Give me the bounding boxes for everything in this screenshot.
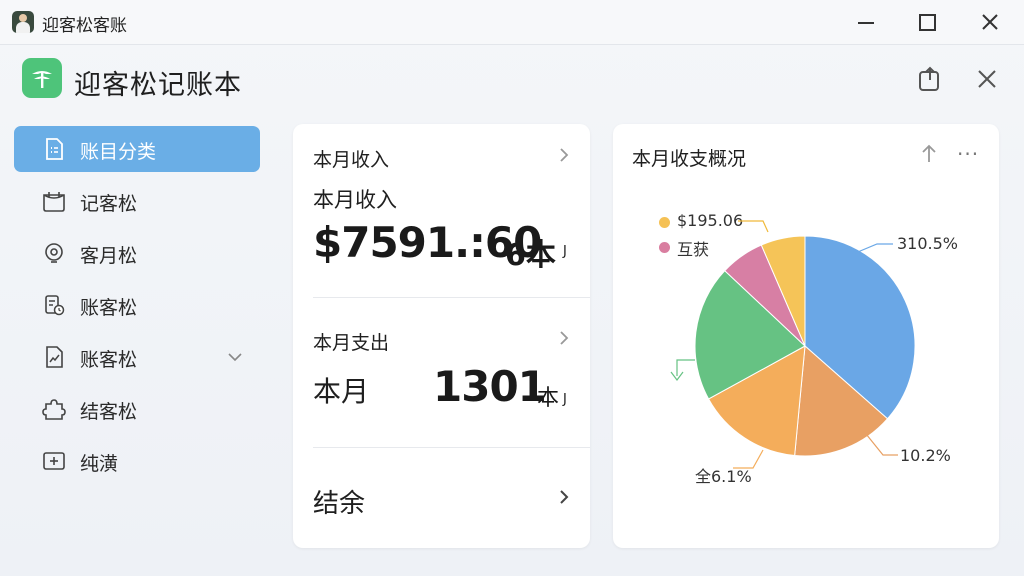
puzzle-icon bbox=[42, 399, 66, 420]
title-bar[interactable]: 迎客松客账 bbox=[0, 0, 1024, 45]
sidebar-item-extra[interactable]: 纯潢 bbox=[14, 438, 260, 484]
pie-label: 10.2% bbox=[900, 446, 951, 465]
app-window-icon bbox=[12, 11, 34, 33]
income-suffix: 6本 bbox=[505, 238, 556, 273]
divider bbox=[313, 447, 590, 448]
pie-label: 310.5% bbox=[897, 234, 959, 253]
sidebar-item-record[interactable]: 记客松 bbox=[14, 178, 260, 224]
sidebar-item-reports[interactable]: 账客松 bbox=[14, 334, 260, 380]
sidebar-item-monthly[interactable]: 客月松 bbox=[14, 230, 260, 276]
income-suffix-mark: J bbox=[563, 244, 567, 259]
leader-line bbox=[738, 220, 769, 233]
report-icon bbox=[46, 346, 63, 368]
share-icon bbox=[919, 66, 939, 91]
overview-card: 本月收支概况 ··· $195.06 互获 310.5% 10.2% 全6.1% bbox=[613, 124, 999, 548]
close-icon bbox=[982, 14, 998, 30]
expense-section-title[interactable]: 本月支出 bbox=[313, 328, 389, 355]
expense-amount: 1301 bbox=[433, 362, 547, 411]
sidebar-item-label: 纯潢 bbox=[80, 453, 119, 475]
plus-box-icon bbox=[43, 452, 65, 470]
expense-suffix-mark: J bbox=[563, 392, 567, 407]
sidebar-item-label: 记客松 bbox=[80, 193, 138, 215]
sidebar-item-label: 结客松 bbox=[80, 401, 138, 423]
sidebar-item-label: 账客松 bbox=[80, 349, 138, 371]
sidebar-item-accounts[interactable]: 账客松 bbox=[14, 282, 260, 328]
sidebar-item-label: 账客松 bbox=[80, 297, 138, 319]
chevron-right-icon[interactable] bbox=[557, 488, 571, 506]
sidebar-item-categories[interactable]: 账目分类 bbox=[14, 126, 260, 172]
share-button[interactable] bbox=[916, 64, 944, 94]
pie-label: 全6.1% bbox=[695, 467, 752, 486]
sidebar-nav: 账目分类 记客松 客月松 账客松 账客松 结客松 纯潢 bbox=[14, 126, 260, 490]
income-section-title[interactable]: 本月收入 bbox=[313, 145, 389, 172]
pine-tree-icon bbox=[32, 71, 52, 88]
pie-chart bbox=[670, 220, 916, 469]
minimize-button[interactable] bbox=[846, 8, 886, 36]
chevron-right-icon[interactable] bbox=[557, 146, 571, 164]
app-title: 迎客松记账本 bbox=[74, 70, 242, 101]
sidebar-item-label: 账目分类 bbox=[80, 141, 157, 163]
leader-line bbox=[676, 359, 695, 376]
close-icon bbox=[978, 70, 996, 88]
close-window-button[interactable] bbox=[970, 8, 1010, 36]
app-logo bbox=[22, 58, 62, 98]
sidebar-item-label: 客月松 bbox=[80, 245, 138, 267]
summary-card: 本月收入 本月收入 $7591.:60 6本 J 本月支出 本月 1301 本 … bbox=[293, 124, 590, 548]
divider bbox=[313, 297, 590, 298]
chevron-right-icon[interactable] bbox=[557, 329, 571, 347]
app-window: 迎客松客账 迎客松记账本 账目分类 记客松 客月松 账客松 账客松 结客松 纯潢… bbox=[0, 0, 1024, 576]
balance-section-title[interactable]: 结余 bbox=[313, 483, 365, 520]
box-icon bbox=[43, 192, 65, 212]
window-title: 迎客松客账 bbox=[42, 16, 127, 36]
income-label: 本月收入 bbox=[313, 188, 397, 212]
clipboard-clock-icon bbox=[45, 295, 65, 316]
maximize-button[interactable] bbox=[906, 8, 946, 36]
sidebar-item-settlement[interactable]: 结客松 bbox=[14, 386, 260, 432]
chevron-down-icon[interactable] bbox=[226, 348, 244, 366]
document-icon bbox=[46, 138, 63, 160]
lightbulb-icon bbox=[45, 243, 63, 263]
header-close-button[interactable] bbox=[974, 66, 1000, 92]
expense-suffix: 本 bbox=[537, 386, 560, 411]
expense-label: 本月 bbox=[313, 375, 370, 408]
